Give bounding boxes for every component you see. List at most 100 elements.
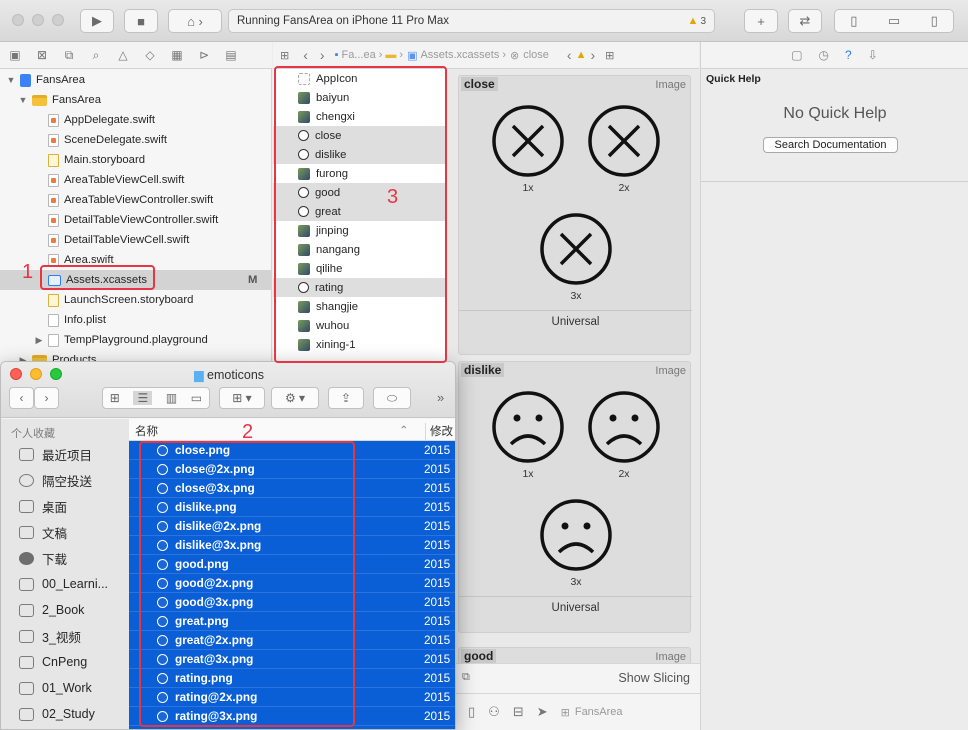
column-header-name[interactable]: 名称 — [135, 423, 158, 439]
stack-icon[interactable]: ⊟ — [513, 704, 524, 720]
nav-item-label: DetailTableViewCell.swift — [64, 234, 190, 246]
share-button[interactable]: ⇪ — [328, 387, 364, 409]
back-button[interactable]: ‹ — [9, 387, 34, 409]
tags-button[interactable]: ⬭ — [373, 387, 411, 409]
sidebar-item-recents[interactable]: 最近项目 — [19, 444, 92, 464]
bottom-panel-icon[interactable]: ▭ — [888, 13, 900, 29]
source-control-icon[interactable]: ⊠ — [33, 48, 51, 62]
plus-icon: + — [757, 13, 765, 29]
nav-item-file[interactable]: SceneDelegate.swift — [0, 130, 272, 150]
annotation-box-3 — [274, 66, 447, 363]
sidebar-item-folder[interactable]: 01_Work — [19, 678, 92, 698]
stop-button[interactable]: ■ — [124, 9, 158, 33]
close-1x-icon[interactable] — [491, 104, 565, 178]
nav-item-label: Main.storyboard — [64, 154, 145, 166]
show-slicing-button[interactable]: Show Slicing — [618, 671, 690, 685]
issue-icon[interactable]: △ — [114, 48, 132, 62]
related-items-icon[interactable]: ⊞ — [280, 49, 289, 62]
minimize-window-button[interactable] — [32, 14, 44, 26]
sidebar-item-label: 文稿 — [42, 526, 68, 541]
test-icon[interactable]: ◇ — [141, 48, 159, 62]
file-inspector-icon[interactable]: ▢ — [791, 48, 802, 62]
disclosure-icon[interactable]: ▼ — [6, 75, 16, 85]
sidebar-item-folder[interactable]: 3_视频 — [19, 626, 81, 646]
nav-item-group[interactable]: ▼ FansArea — [0, 90, 272, 110]
nav-item-file[interactable]: DetailTableViewCell.swift — [0, 230, 272, 250]
close-window-button[interactable] — [12, 14, 24, 26]
close-3x-icon[interactable] — [539, 212, 613, 286]
right-panel-icon[interactable]: ▯ — [931, 13, 938, 29]
back-icon[interactable]: ‹ — [303, 47, 308, 63]
nav-item-file[interactable]: Main.storyboard — [0, 150, 272, 170]
folder-icon[interactable]: ▣ — [6, 48, 24, 62]
dislike-1x-icon[interactable] — [491, 390, 565, 464]
dislike-2x-icon[interactable] — [587, 390, 661, 464]
list-view-icon[interactable]: ☰ — [133, 391, 153, 405]
nav-item-file[interactable]: LaunchScreen.storyboard — [0, 290, 272, 310]
hierarchy-icon[interactable]: ⧉ — [60, 48, 78, 63]
file-date: 2015 — [424, 652, 451, 666]
warning-icon[interactable]: ▲ — [576, 49, 587, 61]
library-button[interactable]: + — [744, 9, 778, 33]
quick-help-icon[interactable]: ? — [845, 48, 852, 62]
history-icon[interactable]: ◷ — [819, 48, 829, 62]
breadcrumb-asset[interactable]: close — [523, 49, 549, 61]
column-view-icon[interactable]: ▥ — [166, 391, 177, 405]
sidebar-item-downloads[interactable]: 下载 — [19, 548, 67, 568]
forward-icon[interactable]: › — [320, 47, 325, 63]
action-button[interactable]: ⚙ ▾ — [271, 387, 319, 409]
disclosure-icon[interactable]: ▼ — [18, 95, 28, 105]
device-icon[interactable]: ▯ — [468, 704, 475, 720]
sidebar-item-folder[interactable]: 00_Learni... — [19, 574, 108, 594]
more-toolbar-icon[interactable]: » — [437, 390, 444, 405]
disclosure-icon[interactable]: ▶ — [34, 335, 44, 346]
nav-item-file[interactable]: AppDelegate.swift — [0, 110, 272, 130]
view-mode-group[interactable]: ⊞ ☰ ▥ ▭ — [102, 387, 210, 409]
nav-item-file[interactable]: DetailTableViewController.swift — [0, 210, 272, 230]
code-review-button[interactable]: ⇄ — [788, 9, 822, 33]
left-panel-icon[interactable]: ▯ — [850, 13, 857, 29]
back-icon[interactable]: ‹ — [567, 47, 572, 63]
nav-item-project[interactable]: ▼ FansArea — [0, 70, 272, 90]
breadcrumb-assets[interactable]: Assets.xcassets — [420, 49, 499, 61]
nav-item-file[interactable]: AreaTableViewController.swift — [0, 190, 272, 210]
zoom-window-button[interactable] — [52, 14, 64, 26]
dislike-3x-icon[interactable] — [539, 498, 613, 572]
debug-icon[interactable]: ▦ — [168, 48, 186, 62]
sidebar-item-airdrop[interactable]: 隔空投送 — [19, 470, 92, 490]
slot-label-1x: 1x — [522, 468, 534, 480]
forward-icon[interactable]: › — [590, 47, 595, 63]
sidebar-item-desktop[interactable]: 桌面 — [19, 496, 67, 516]
scheme-selector[interactable]: ⌂ › — [168, 9, 222, 33]
attributes-icon[interactable]: ⇩ — [868, 48, 878, 62]
file-date: 2015 — [424, 481, 451, 495]
sidebar-item-documents[interactable]: 文稿 — [19, 522, 67, 542]
warning-icon[interactable]: ▲ 3 — [688, 15, 706, 27]
report-icon[interactable]: ▤ — [222, 48, 240, 62]
run-button[interactable]: ▶ — [80, 9, 114, 33]
search-icon[interactable]: ⌕ — [87, 48, 105, 63]
search-documentation-button[interactable]: Search Documentation — [763, 137, 898, 153]
sidebar-item-folder[interactable]: CnPeng — [19, 652, 87, 672]
icon-view-icon[interactable]: ⊞ — [110, 391, 120, 405]
close-2x-icon[interactable] — [587, 104, 661, 178]
gear-icon: ⚙ ▾ — [284, 391, 306, 405]
nav-item-label: SceneDelegate.swift — [64, 134, 167, 146]
nav-item-file[interactable]: Info.plist — [0, 310, 272, 330]
copy-icon[interactable]: ⧉ — [462, 671, 470, 684]
gallery-view-icon[interactable]: ▭ — [191, 391, 202, 405]
group-button[interactable]: ⊞ ▾ — [219, 387, 265, 409]
layout-toggle-group[interactable]: ▯ ▭ ▯ — [834, 9, 954, 33]
breadcrumb-project[interactable]: Fa...ea — [341, 49, 375, 61]
forward-button[interactable]: › — [34, 387, 59, 409]
sidebar-item-folder[interactable]: 2_Book — [19, 600, 84, 620]
nav-item-file[interactable]: AreaTableViewCell.swift — [0, 170, 272, 190]
hierarchy-icon[interactable]: ⚇ — [488, 704, 500, 720]
nav-item-file[interactable]: ▶ TempPlayground.playground — [0, 330, 272, 350]
breakpoint-icon[interactable]: ⊳ — [195, 48, 213, 62]
sidebar-item-folder[interactable]: 02_Study — [19, 704, 95, 724]
annotation-box-1 — [40, 265, 155, 290]
add-editor-icon[interactable]: ⊞ — [605, 49, 614, 62]
finder-title-text: emoticons — [207, 368, 265, 382]
location-icon[interactable]: ➤ — [537, 704, 548, 720]
